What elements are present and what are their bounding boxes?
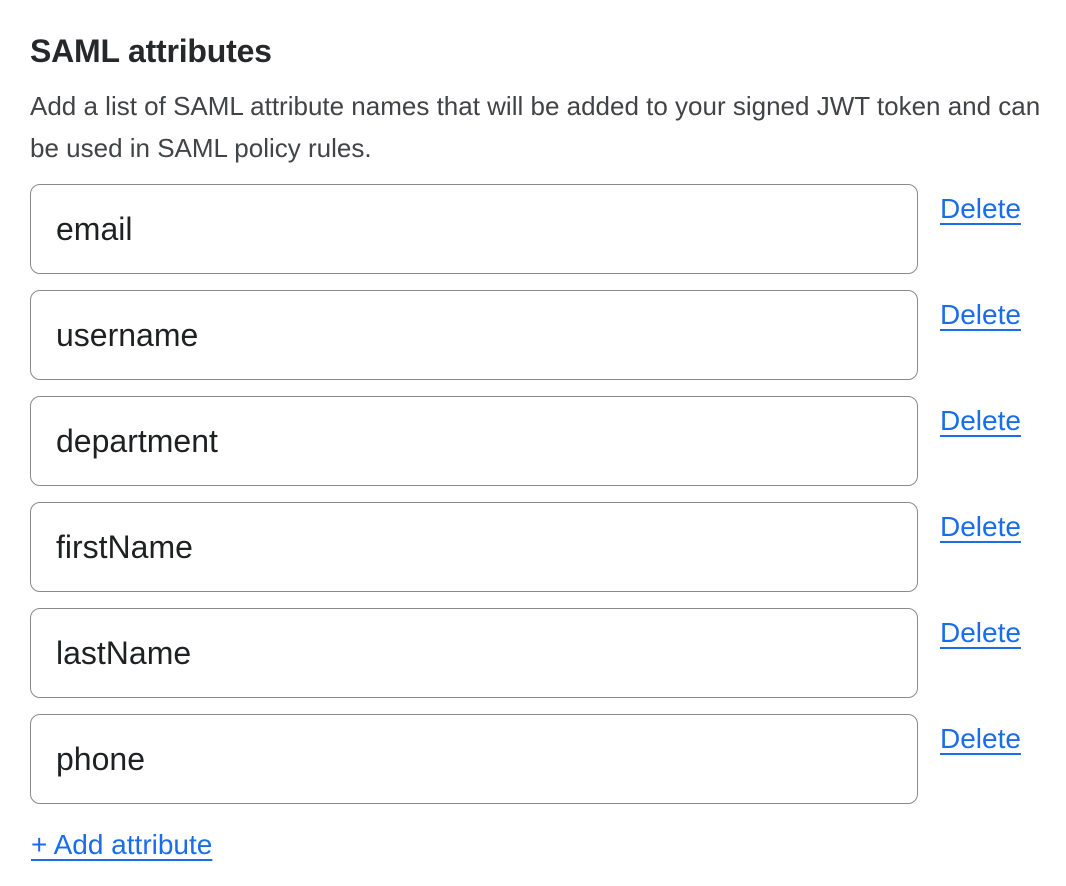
attribute-row: Delete [30, 290, 1042, 380]
attribute-input[interactable] [30, 608, 918, 698]
attribute-input[interactable] [30, 184, 918, 274]
attribute-input[interactable] [30, 714, 918, 804]
delete-link[interactable]: Delete [940, 404, 1021, 438]
attribute-row: Delete [30, 714, 1042, 804]
attribute-list: Delete Delete Delete Delete Delete Delet… [30, 184, 1042, 804]
section-description: Add a list of SAML attribute names that … [30, 85, 1042, 169]
delete-link[interactable]: Delete [940, 298, 1021, 332]
section-title: SAML attributes [30, 32, 1042, 70]
attribute-row: Delete [30, 608, 1042, 698]
attribute-row: Delete [30, 396, 1042, 486]
delete-link[interactable]: Delete [940, 510, 1021, 544]
page: SAML attributes Add a list of SAML attri… [0, 0, 1066, 886]
attribute-input[interactable] [30, 290, 918, 380]
attribute-input[interactable] [30, 502, 918, 592]
delete-link[interactable]: Delete [940, 722, 1021, 756]
attribute-row: Delete [30, 184, 1042, 274]
add-attribute-link[interactable]: + Add attribute [31, 828, 212, 862]
saml-attributes-section: SAML attributes Add a list of SAML attri… [0, 0, 1066, 862]
delete-link[interactable]: Delete [940, 616, 1021, 650]
delete-link[interactable]: Delete [940, 192, 1021, 226]
attribute-input[interactable] [30, 396, 918, 486]
attribute-row: Delete [30, 502, 1042, 592]
